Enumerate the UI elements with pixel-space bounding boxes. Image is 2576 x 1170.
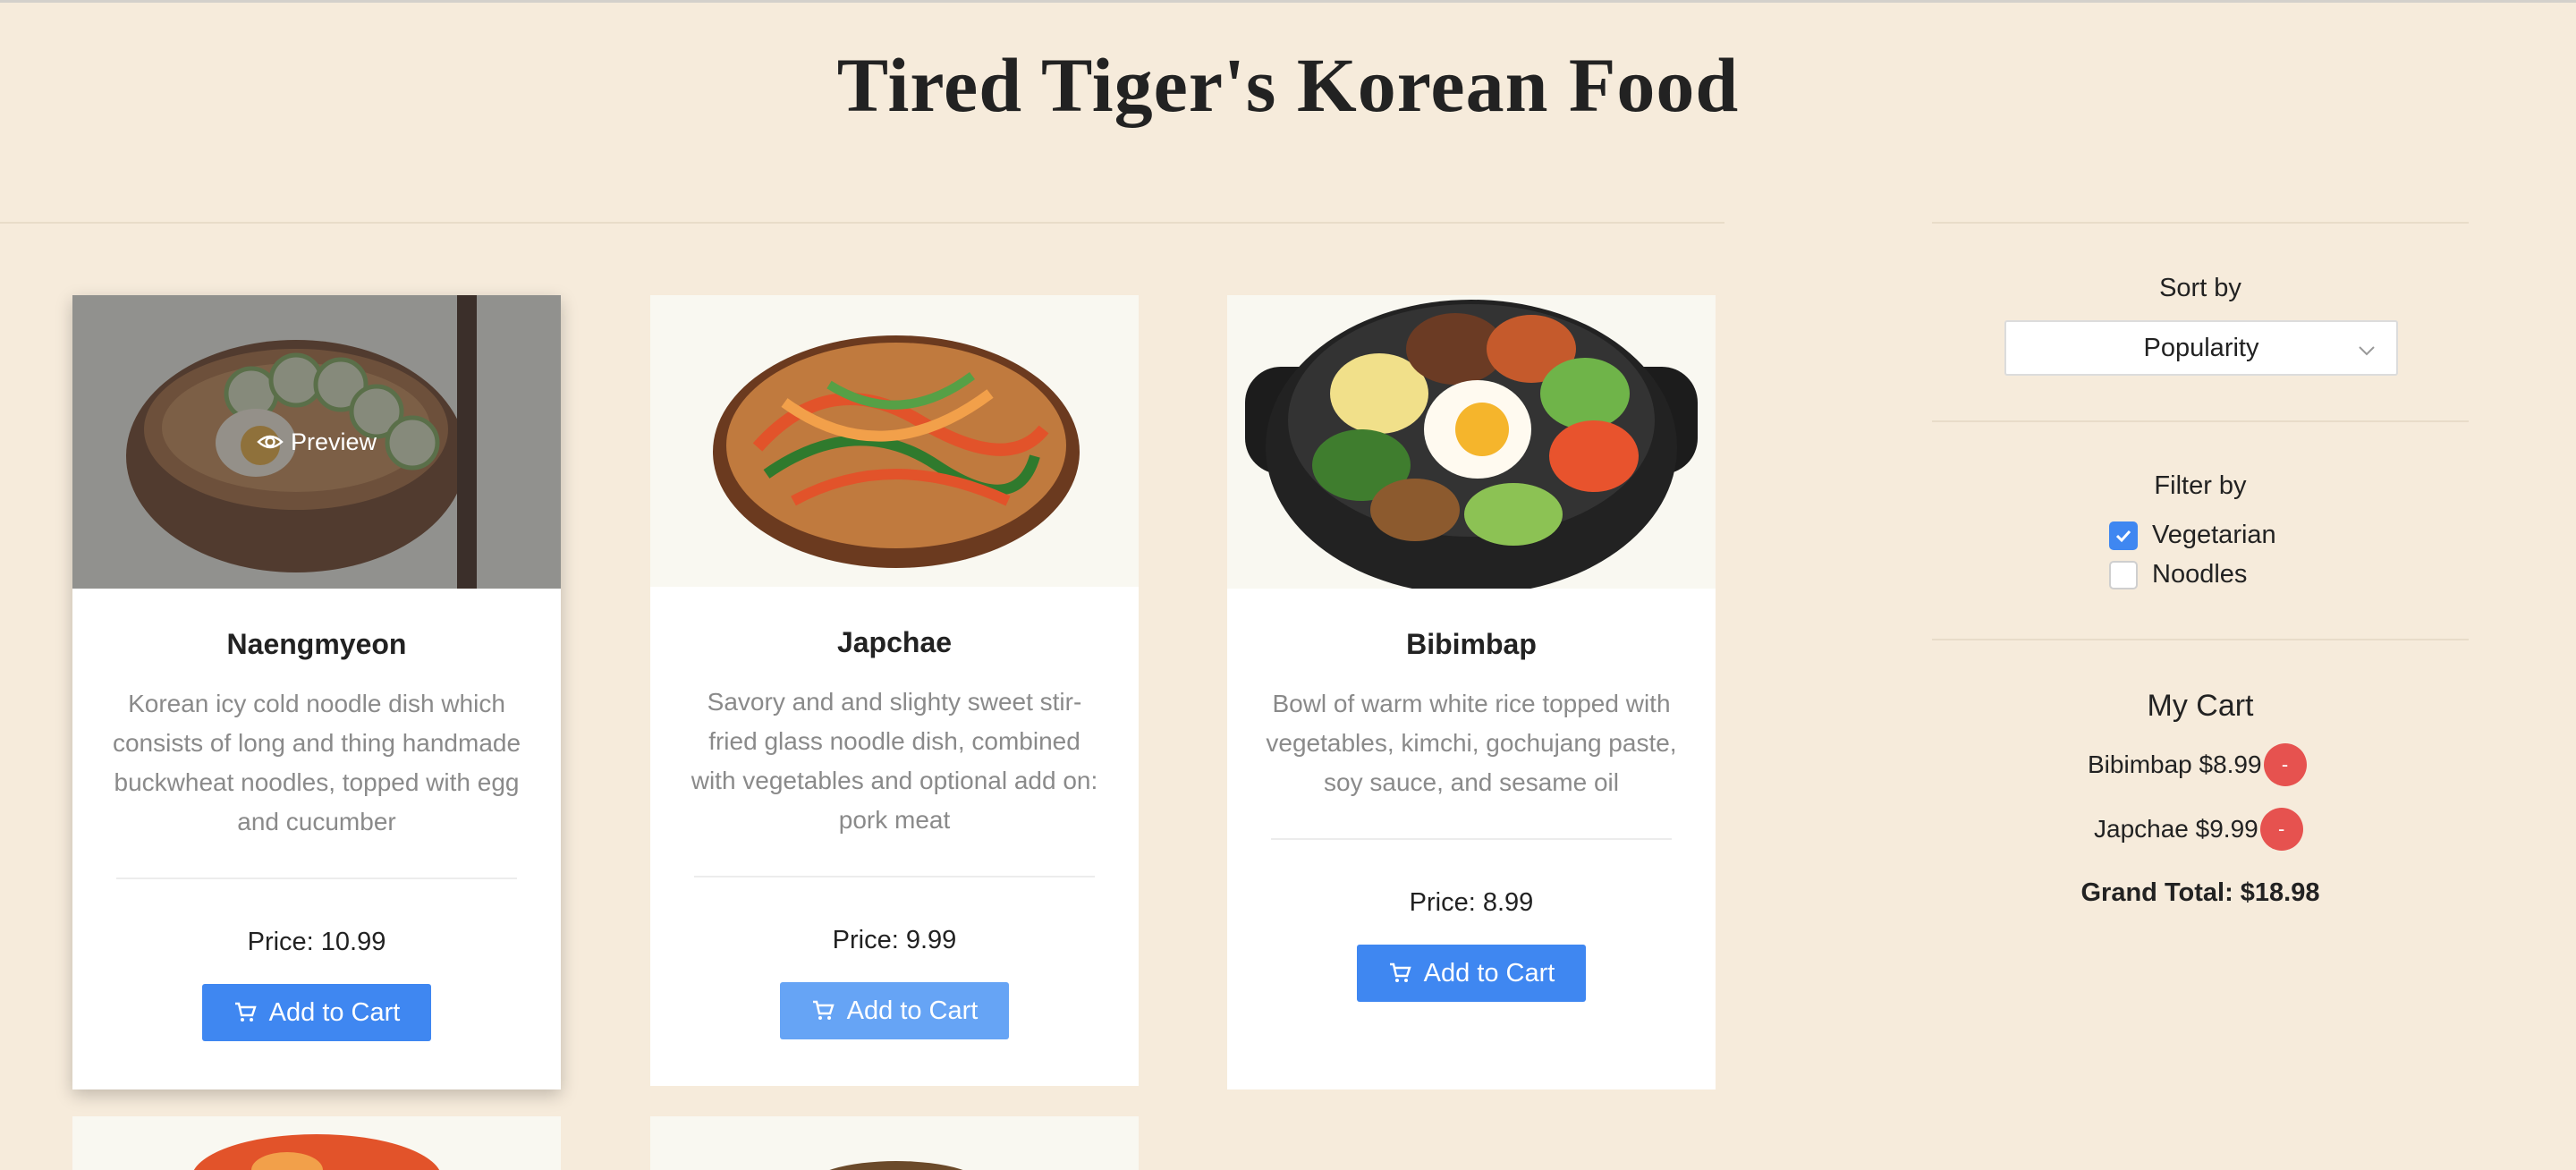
check-icon [2115, 530, 2131, 542]
product-description: Savory and and slighty sweet stir-fried … [691, 688, 1098, 834]
card-divider [116, 878, 517, 879]
product-card-naengmyeon[interactable]: Preview Naengmyeon Korean icy cold noodl… [72, 295, 561, 1089]
cart-icon [1388, 962, 1411, 985]
product-name: Japchae [836, 626, 953, 658]
card-divider [1271, 838, 1672, 840]
add-to-cart-button[interactable]: Add to Cart [1357, 945, 1586, 1002]
add-to-cart-button[interactable]: Add to Cart [780, 982, 1009, 1039]
filter-option-label: Vegetarian [2152, 521, 2276, 549]
page-title: Tired Tiger's Korean Food [836, 42, 1740, 128]
remove-item-button[interactable]: - [2263, 743, 2307, 786]
preview-label: Preview [290, 428, 377, 455]
partial-food-illustration [193, 1134, 440, 1170]
cart-icon [233, 1001, 257, 1024]
sidebar-divider-sort [1932, 420, 2469, 422]
cart-item-japchae: Japchae $9.99 - [2094, 808, 2303, 851]
cart-title: My Cart [2147, 689, 2254, 723]
cart-item-label: Bibimbap $8.99 [2088, 750, 2262, 778]
product-price: Price: 9.99 [832, 926, 957, 954]
preview-overlay[interactable]: Preview [72, 295, 561, 589]
sidebar-divider-filter [1932, 639, 2469, 640]
product-image-japchae[interactable] [650, 295, 1139, 587]
product-price: Price: 10.99 [247, 928, 386, 956]
sort-label: Sort by [2159, 274, 2241, 302]
product-card-bibimbap[interactable]: Bibimbap Bowl of warm white rice topped … [1227, 295, 1716, 1089]
page: Tired Tiger's Korean Food Preview Naengm… [0, 0, 2576, 1170]
filter-label: Filter by [2154, 471, 2247, 500]
product-card-partial[interactable] [72, 1116, 561, 1170]
product-card-partial[interactable] [650, 1116, 1139, 1170]
product-image-bibimbap[interactable] [1227, 295, 1716, 589]
vegetarian-checkbox[interactable] [2109, 521, 2138, 550]
filter-option-label: Noodles [2152, 560, 2248, 589]
chevron-down-icon [2357, 338, 2377, 358]
grand-total: Grand Total: $18.98 [2080, 878, 2320, 907]
add-to-cart-label: Add to Cart [1423, 958, 1555, 988]
bibimbap-illustration [1227, 295, 1716, 589]
add-to-cart-label: Add to Cart [846, 996, 979, 1025]
product-price: Price: 8.99 [1409, 888, 1534, 917]
content-divider [0, 222, 1724, 224]
product-name: Bibimbap [1406, 628, 1537, 660]
japchae-illustration [650, 295, 1139, 587]
cart-item-label: Japchae $9.99 [2094, 815, 2258, 843]
add-to-cart-label: Add to Cart [268, 997, 401, 1027]
card-divider [694, 876, 1095, 878]
eye-icon [257, 433, 284, 451]
sort-selected-value: Popularity [2143, 333, 2259, 362]
partial-food-illustration [829, 1161, 963, 1170]
sort-select[interactable]: Popularity [2004, 320, 2398, 376]
product-card-japchae[interactable]: Japchae Savory and and slighty sweet sti… [650, 295, 1139, 1086]
sidebar-divider-top [1932, 222, 2469, 224]
product-name: Naengmyeon [226, 628, 407, 660]
add-to-cart-button[interactable]: Add to Cart [202, 984, 431, 1041]
product-image-naengmyeon[interactable]: Preview [72, 295, 561, 589]
cart-item-bibimbap: Bibimbap $8.99 - [2088, 743, 2307, 786]
noodles-checkbox[interactable] [2109, 560, 2138, 589]
filter-option-noodles[interactable]: Noodles [2109, 560, 2247, 589]
top-border [0, 0, 2576, 3]
product-description: Bowl of warm white rice topped with vege… [1266, 690, 1677, 796]
remove-item-button[interactable]: - [2259, 808, 2303, 851]
product-description: Korean icy cold noodle dish which consis… [112, 690, 521, 835]
cart-icon [811, 999, 835, 1022]
filter-option-vegetarian[interactable]: Vegetarian [2109, 521, 2276, 550]
